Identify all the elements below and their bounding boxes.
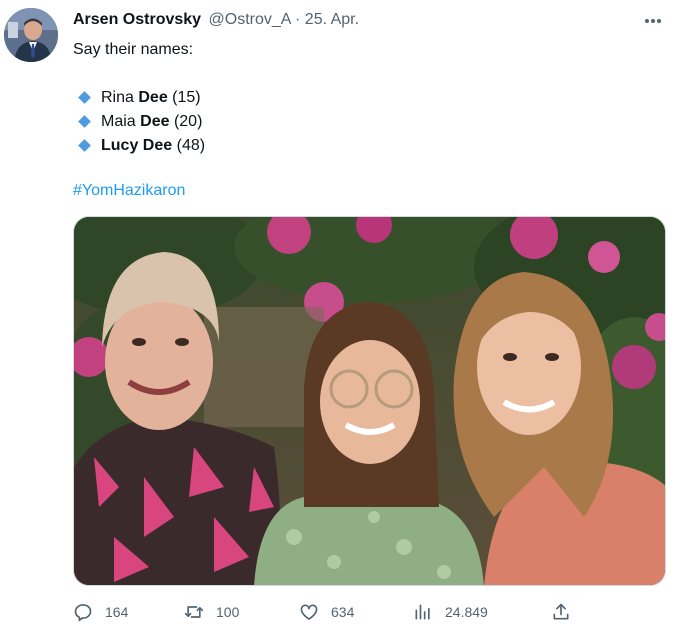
like-count: 634 xyxy=(331,604,355,620)
tweet-actions: 164 100 634 24.849 xyxy=(73,598,573,626)
like-button[interactable]: 634 xyxy=(299,598,354,626)
avatar[interactable] xyxy=(4,8,58,62)
views-button[interactable]: 24.849 xyxy=(413,598,488,626)
diamond-bullet-icon xyxy=(78,90,91,104)
diamond-bullet-icon xyxy=(78,138,91,152)
age: (48) xyxy=(176,136,206,154)
tweet-text: Say their names: Rina Dee (15) Maia Dee … xyxy=(73,38,653,202)
hashtag-link[interactable]: #YomHazikaron xyxy=(73,179,185,202)
tweet: Arsen Ostrovsky @Ostrov_A · 25. Apr. Say… xyxy=(0,0,680,632)
share-button[interactable] xyxy=(551,598,571,626)
reply-button[interactable]: 164 xyxy=(73,598,128,626)
author-name[interactable]: Arsen Ostrovsky xyxy=(73,11,201,28)
like-icon xyxy=(299,602,319,622)
reply-count: 164 xyxy=(105,604,129,620)
separator: · xyxy=(295,11,301,28)
more-icon[interactable] xyxy=(642,12,664,30)
last-name: Dee xyxy=(142,136,173,154)
reply-icon xyxy=(73,602,93,622)
views-icon xyxy=(413,602,433,622)
names-list: Rina Dee (15) Maia Dee (20) Lucy Dee (48… xyxy=(73,85,653,157)
last-name: Dee xyxy=(138,88,168,106)
list-item: Lucy Dee (48) xyxy=(73,133,653,157)
views-count: 24.849 xyxy=(445,604,488,620)
first-name: Lucy xyxy=(101,136,139,154)
first-name: Rina xyxy=(101,88,134,106)
tweet-intro: Say their names: xyxy=(73,41,194,58)
diamond-bullet-icon xyxy=(78,114,91,128)
list-item: Rina Dee (15) xyxy=(73,85,653,109)
age: (15) xyxy=(172,88,201,106)
last-name: Dee xyxy=(140,112,170,130)
tweet-photo[interactable] xyxy=(73,216,666,586)
retweet-icon xyxy=(184,602,204,622)
tweet-header: Arsen Ostrovsky @Ostrov_A · 25. Apr. xyxy=(73,11,359,29)
first-name: Maia xyxy=(101,112,136,130)
age: (20) xyxy=(173,112,203,130)
list-item: Maia Dee (20) xyxy=(73,109,653,133)
author-handle[interactable]: @Ostrov_A xyxy=(209,11,291,28)
share-icon xyxy=(551,602,571,622)
retweet-button[interactable]: 100 xyxy=(184,598,239,626)
tweet-date[interactable]: 25. Apr. xyxy=(305,11,359,28)
retweet-count: 100 xyxy=(216,604,240,620)
